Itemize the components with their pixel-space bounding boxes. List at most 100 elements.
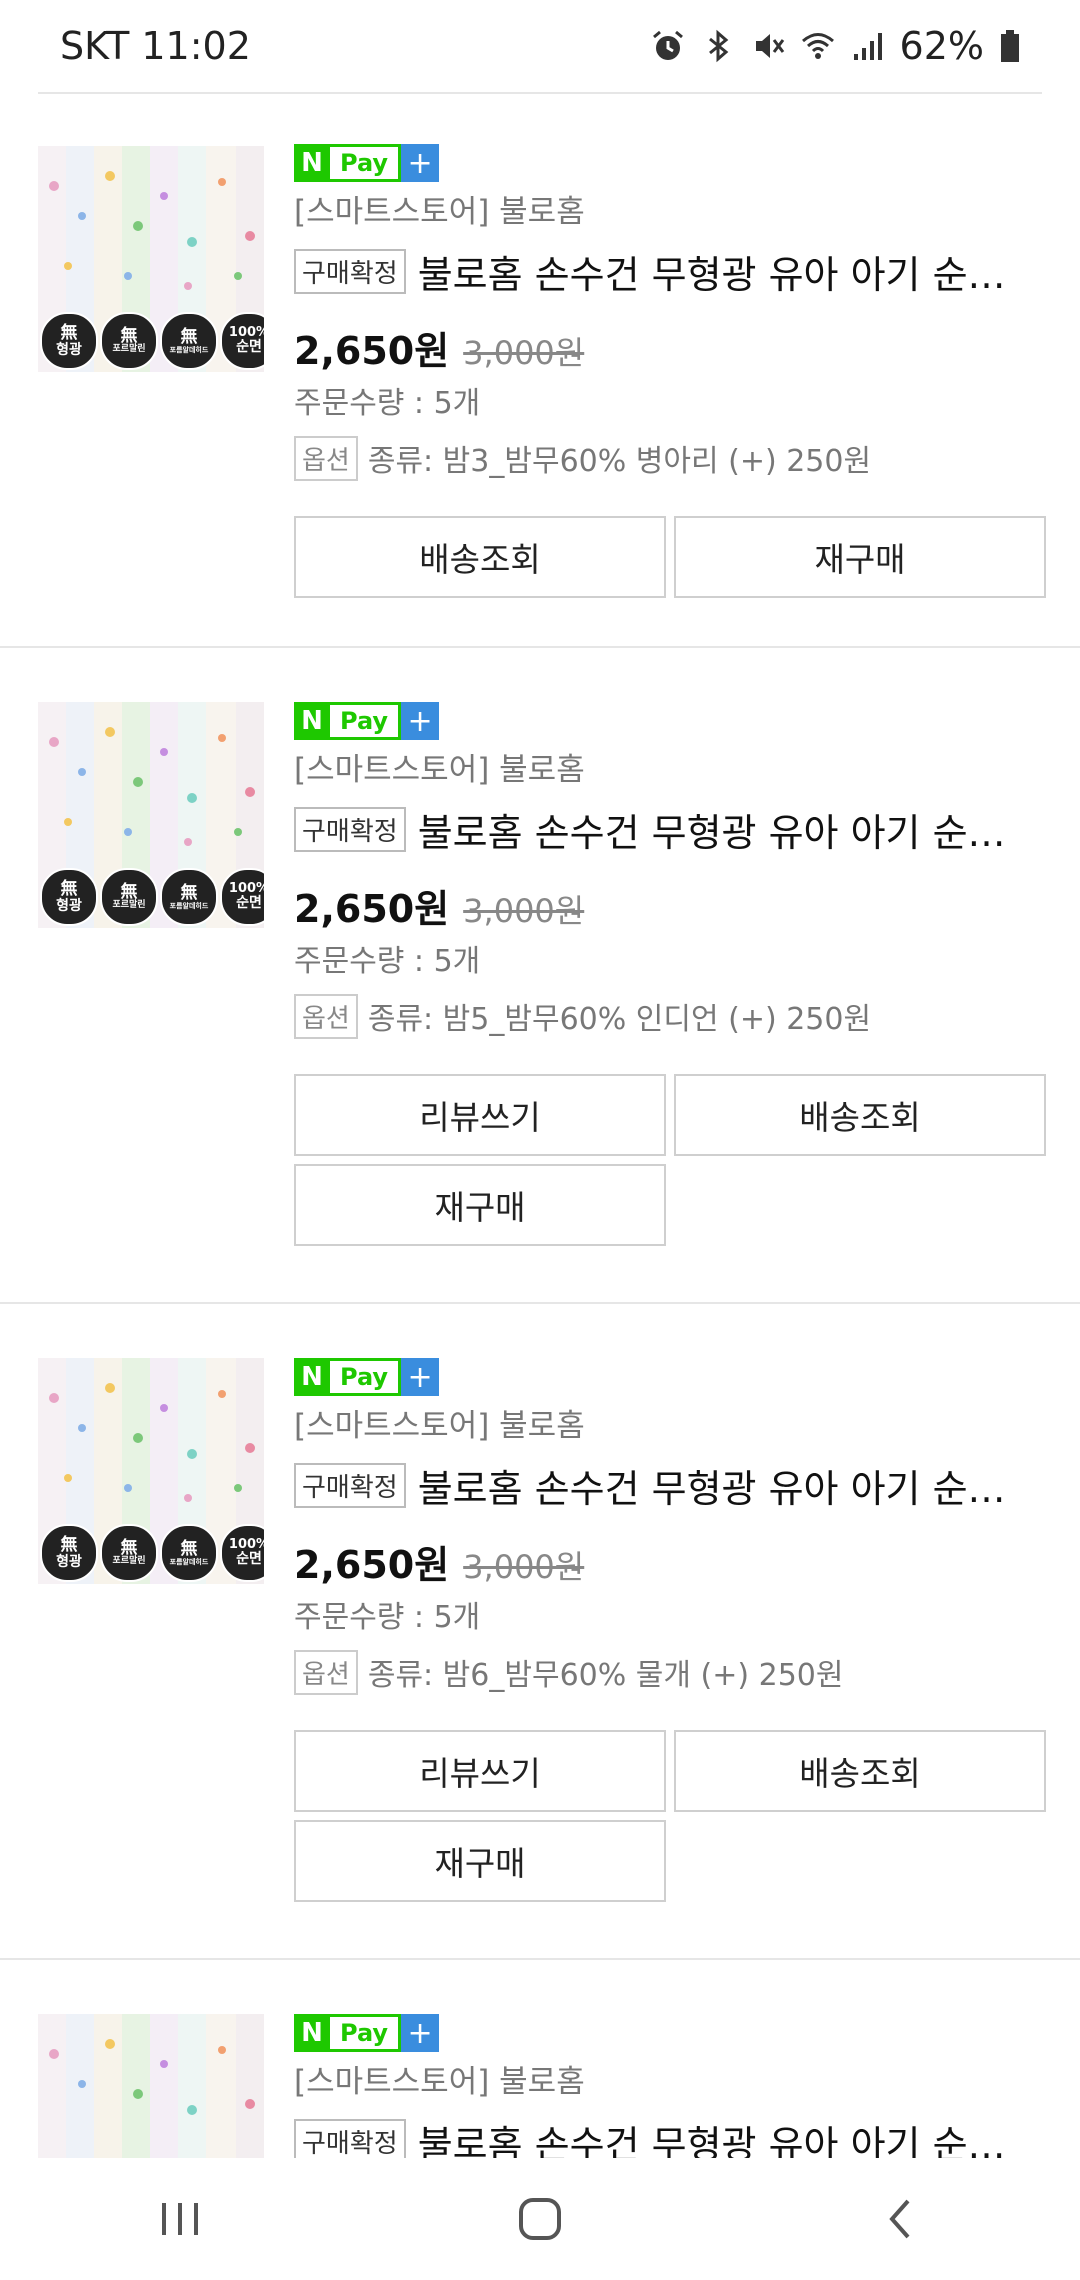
npay-label: Pay — [330, 702, 402, 740]
badge: 100%순면 — [220, 868, 264, 926]
battery-percent: 62% — [899, 24, 984, 68]
price-row: 2,650원 3,000원 — [294, 878, 1042, 931]
track-delivery-button[interactable]: 배송조회 — [294, 516, 666, 598]
price-row: 2,650원 3,000원 — [294, 1534, 1042, 1587]
order-item: 無형광 無포르말린 無포름알데히드 100%순면 N Pay + [스마트스토어… — [0, 94, 1080, 648]
product-title[interactable]: 불로홈 손수건 무형광 유아 아기 순… — [418, 244, 1042, 299]
price-row: 2,650원 3,000원 — [294, 320, 1042, 373]
original-price: 3,000원 — [463, 334, 585, 372]
action-buttons: 리뷰쓰기 배송조회 재구매 — [294, 1730, 1046, 1902]
purchase-confirmed-tag: 구매확정 — [294, 1462, 406, 1508]
thumbnail-badges: 無형광 無포르말린 無포름알데히드 100%순면 — [40, 868, 264, 926]
write-review-button[interactable]: 리뷰쓰기 — [294, 1730, 666, 1812]
order-list: 無형광 無포르말린 無포름알데히드 100%순면 N Pay + [스마트스토어… — [0, 94, 1080, 2260]
sale-price: 2,650원 — [294, 329, 450, 373]
npay-label: Pay — [330, 1358, 402, 1396]
purchase-confirmed-tag: 구매확정 — [294, 806, 406, 852]
order-item: 無형광 無포르말린 無포름알데히드 100%순면 N Pay + [스마트스토어… — [0, 648, 1080, 1304]
vibrate-mute-icon — [755, 34, 784, 58]
repurchase-button[interactable]: 재구매 — [674, 516, 1046, 598]
order-content: N Pay + [스마트스토어] 불로홈 구매확정 불로홈 손수건 무형광 유아… — [294, 144, 1046, 598]
repurchase-button[interactable]: 재구매 — [294, 1164, 666, 1246]
order-quantity: 주문수량 : 5개 — [294, 944, 481, 979]
npay-plus-badge: N Pay + — [294, 702, 1042, 740]
option-text: 종류: 밤3_밤무60% 병아리 (+) 250원 — [367, 444, 872, 479]
bluetooth-icon — [708, 29, 728, 63]
badge: 100%순면 — [220, 312, 264, 370]
wifi-icon — [801, 33, 834, 59]
home-icon[interactable] — [480, 2174, 600, 2264]
thumbnail-badges: 無형광 無포르말린 無포름알데히드 100%순면 — [40, 312, 264, 370]
thumbnail-badges: 無형광 無포르말린 無포름알데히드 100%순면 — [40, 1524, 264, 1582]
signal-icon — [853, 33, 882, 60]
sale-price: 2,650원 — [294, 887, 450, 931]
store-name[interactable]: [스마트스토어] 불로홈 — [294, 2062, 1042, 2102]
store-name[interactable]: [스마트스토어] 불로홈 — [294, 750, 1042, 790]
badge: 無 포르말린 — [100, 312, 158, 370]
npay-label: Pay — [330, 144, 402, 182]
option-row: 옵션 종류: 밤5_밤무60% 인디언 (+) 250원 — [294, 993, 1042, 1039]
option-text: 종류: 밤5_밤무60% 인디언 (+) 250원 — [367, 1002, 872, 1037]
order-content: N Pay + [스마트스토어] 불로홈 구매확정 불로홈 손수건 무형광 유아… — [294, 1358, 1046, 1902]
action-buttons: 배송조회 재구매 — [294, 516, 1046, 598]
battery-icon — [1001, 30, 1019, 62]
order-content: N Pay + [스마트스토어] 불로홈 구매확정 불로홈 손수건 무형광 유아… — [294, 2014, 1042, 2167]
navigation-bar — [0, 2158, 1080, 2280]
status-bar: SKT 11:02 62% — [0, 0, 1080, 92]
option-tag: 옵션 — [294, 435, 358, 481]
badge: 無 포르말린 — [100, 1524, 158, 1582]
option-tag: 옵션 — [294, 993, 358, 1039]
npay-n-icon: N — [294, 144, 330, 182]
badge: 100%순면 — [220, 1524, 264, 1582]
order-quantity: 주문수량 : 5개 — [294, 1600, 481, 1635]
status-icons: 62% — [650, 24, 1022, 68]
plus-icon: + — [401, 2014, 440, 2052]
order-item: 無형광 無포르말린 無포름알데히드 100%순면 N Pay + [스마트스토어… — [0, 1304, 1080, 1960]
alarm-icon — [652, 30, 683, 60]
store-name[interactable]: [스마트스토어] 불로홈 — [294, 192, 1042, 232]
store-name[interactable]: [스마트스토어] 불로홈 — [294, 1406, 1042, 1446]
product-title[interactable]: 불로홈 손수건 무형광 유아 아기 순… — [418, 802, 1042, 857]
product-thumbnail[interactable]: 無형광 無포르말린 無포름알데히드 100%순면 — [38, 146, 264, 372]
badge: 無 형광 — [40, 312, 98, 370]
product-title[interactable]: 불로홈 손수건 무형광 유아 아기 순… — [418, 1458, 1042, 1513]
badge: 無 형광 — [40, 868, 98, 926]
purchase-confirmed-tag: 구매확정 — [294, 2118, 406, 2164]
track-delivery-button[interactable]: 배송조회 — [674, 1074, 1046, 1156]
npay-plus-badge: N Pay + — [294, 144, 1042, 182]
sale-price: 2,650원 — [294, 1543, 450, 1587]
original-price: 3,000원 — [463, 1548, 585, 1586]
badge: 無 포름알데히드 — [160, 312, 218, 370]
purchase-confirmed-tag: 구매확정 — [294, 248, 406, 294]
order-quantity: 주문수량 : 5개 — [294, 386, 481, 421]
plus-icon: + — [401, 144, 440, 182]
repurchase-button[interactable]: 재구매 — [294, 1820, 666, 1902]
product-thumbnail[interactable]: 無형광 無포르말린 無포름알데히드 100%순면 — [38, 702, 264, 928]
plus-icon: + — [401, 702, 440, 740]
track-delivery-button[interactable]: 배송조회 — [674, 1730, 1046, 1812]
npay-n-icon: N — [294, 2014, 330, 2052]
npay-plus-badge: N Pay + — [294, 2014, 1042, 2052]
npay-n-icon: N — [294, 702, 330, 740]
order-content: N Pay + [스마트스토어] 불로홈 구매확정 불로홈 손수건 무형광 유아… — [294, 702, 1046, 1246]
badge: 無 포르말린 — [100, 868, 158, 926]
npay-n-icon: N — [294, 1358, 330, 1396]
option-text: 종류: 밤6_밤무60% 물개 (+) 250원 — [367, 1658, 844, 1693]
npay-plus-badge: N Pay + — [294, 1358, 1042, 1396]
original-price: 3,000원 — [463, 892, 585, 930]
option-row: 옵션 종류: 밤3_밤무60% 병아리 (+) 250원 — [294, 435, 1042, 481]
product-thumbnail[interactable]: 無형광 無포르말린 無포름알데히드 100%순면 — [38, 1358, 264, 1584]
write-review-button[interactable]: 리뷰쓰기 — [294, 1074, 666, 1156]
badge: 無 포름알데히드 — [160, 868, 218, 926]
plus-icon: + — [401, 1358, 440, 1396]
npay-label: Pay — [330, 2014, 402, 2052]
option-row: 옵션 종류: 밤6_밤무60% 물개 (+) 250원 — [294, 1649, 1042, 1695]
carrier-time: SKT 11:02 — [60, 24, 251, 68]
title-row: 구매확정 불로홈 손수건 무형광 유아 아기 순… — [294, 244, 1042, 299]
title-row: 구매확정 불로홈 손수건 무형광 유아 아기 순… — [294, 802, 1042, 857]
action-buttons: 리뷰쓰기 배송조회 재구매 — [294, 1074, 1046, 1246]
recent-apps-icon[interactable] — [120, 2174, 240, 2264]
back-icon[interactable] — [840, 2174, 960, 2264]
badge: 無 포름알데히드 — [160, 1524, 218, 1582]
title-row: 구매확정 불로홈 손수건 무형광 유아 아기 순… — [294, 1458, 1042, 1513]
